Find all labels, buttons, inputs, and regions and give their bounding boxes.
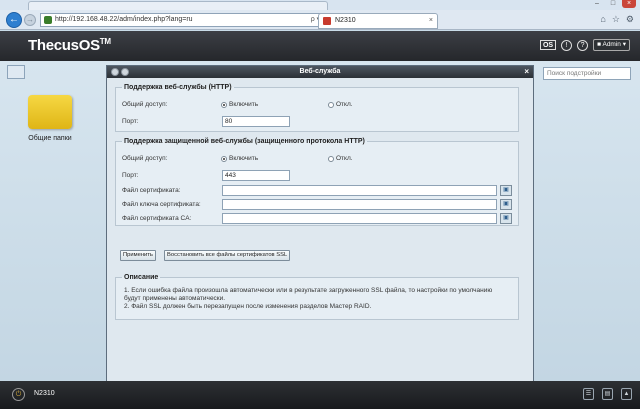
notification-icon[interactable]: ▲ bbox=[621, 388, 632, 400]
minimize-button[interactable]: – bbox=[590, 0, 604, 8]
info-icon[interactable]: ! bbox=[561, 39, 573, 51]
logo-tm: TM bbox=[99, 37, 111, 46]
gear-icon[interactable]: ⚙ bbox=[626, 14, 634, 25]
ca-cert-browse-icon[interactable]: ▣ bbox=[500, 213, 512, 224]
header-icons: OS ! ? ■ Admin ▾ bbox=[539, 39, 630, 51]
ca-cert-input[interactable] bbox=[222, 213, 497, 224]
forward-arrow-icon[interactable]: → bbox=[24, 14, 36, 26]
dialog-titlebar[interactable]: Веб-служба × bbox=[107, 66, 533, 78]
https-access-label: Общий доступ: bbox=[122, 155, 168, 162]
browser-tools: ⌂ ☆ ⚙ bbox=[600, 14, 634, 25]
tab-favicon-icon bbox=[323, 17, 331, 25]
dialog-close-icon[interactable]: × bbox=[524, 66, 529, 78]
os-badge-icon[interactable]: OS bbox=[539, 40, 557, 50]
https-fieldset: Поддержка защищенной веб-службы (защищен… bbox=[115, 138, 519, 226]
http-port-input[interactable]: 80 bbox=[222, 116, 290, 127]
http-legend: Поддержка веб-службы (HTTP) bbox=[124, 84, 232, 91]
description-line-1b: будут применены автоматически. bbox=[124, 295, 226, 302]
browser-navbar: ← → http://192.168.48.22/adm/index.php?l… bbox=[0, 10, 640, 30]
ca-cert-label: Файл сертификата CA: bbox=[122, 215, 192, 222]
maximize-button[interactable]: □ bbox=[606, 0, 620, 8]
back-arrow-icon[interactable]: ← bbox=[6, 12, 22, 28]
http-port-label: Порт: bbox=[122, 118, 139, 125]
web-service-dialog: Веб-служба × Поддержка веб-службы (HTTP)… bbox=[106, 65, 534, 381]
browser-tab-active[interactable]: N2310 × bbox=[318, 13, 438, 29]
browser-tabstrip: – □ × bbox=[0, 0, 640, 10]
device-name: N2310 bbox=[34, 390, 55, 397]
dialog-title: Веб-служба bbox=[299, 68, 341, 75]
help-icon[interactable]: ? bbox=[577, 39, 589, 51]
https-port-label: Порт: bbox=[122, 172, 139, 179]
window-close-button[interactable]: × bbox=[622, 0, 636, 8]
site-favicon-icon bbox=[44, 16, 52, 24]
tab-title: N2310 bbox=[335, 17, 356, 24]
radio-empty-icon bbox=[328, 155, 334, 162]
radio-empty-icon bbox=[328, 101, 334, 108]
dialog-body: Поддержка веб-службы (HTTP) Общий доступ… bbox=[107, 78, 533, 381]
description-line-2: 2. Файл SSL должен быть перезапущен посл… bbox=[124, 303, 372, 310]
cert-key-label: Файл ключа сертификата: bbox=[122, 201, 201, 208]
https-disable-label: Откл. bbox=[336, 155, 353, 162]
cert-file-input[interactable] bbox=[222, 185, 497, 196]
restore-ssl-button[interactable]: Восстановить все файлы сертификатов SSL bbox=[164, 250, 291, 261]
https-port-input[interactable]: 443 bbox=[222, 170, 290, 181]
address-url: http://192.168.48.22/adm/index.php?lang=… bbox=[55, 16, 193, 23]
settings-search-input[interactable]: Поиск подстройки bbox=[543, 67, 631, 80]
https-disable-radio[interactable]: Откл. bbox=[328, 155, 353, 162]
http-access-label: Общий доступ: bbox=[122, 101, 168, 108]
admin-label: Admin bbox=[602, 41, 621, 48]
dialog-window-buttons bbox=[111, 68, 129, 76]
shared-folders-icon[interactable] bbox=[28, 95, 72, 129]
description-line-1: 1. Если ошибка файла произошла автоматич… bbox=[124, 287, 493, 294]
power-icon[interactable]: ⏻ bbox=[12, 388, 25, 401]
tab-close-icon[interactable]: × bbox=[429, 14, 433, 28]
desktop-toggle-icon[interactable] bbox=[7, 65, 25, 79]
https-enable-radio[interactable]: Включить bbox=[221, 155, 258, 162]
http-disable-radio[interactable]: Откл. bbox=[328, 101, 353, 108]
bottom-taskbar: ⏻ N2310 ☰ ▤ ▲ bbox=[0, 381, 640, 409]
thecus-logo: ThecusOSTM bbox=[28, 37, 111, 54]
radio-selected-icon bbox=[221, 155, 227, 162]
window-controls: – □ × bbox=[590, 0, 636, 8]
cert-key-browse-icon[interactable]: ▣ bbox=[500, 199, 512, 210]
address-bar[interactable]: http://192.168.48.22/adm/index.php?lang=… bbox=[40, 13, 332, 27]
background-tab[interactable] bbox=[28, 1, 328, 10]
cert-key-input[interactable] bbox=[222, 199, 497, 210]
network-icon[interactable]: ▤ bbox=[602, 388, 613, 400]
http-enable-label: Включить bbox=[229, 101, 259, 108]
dialog-maximize-icon[interactable] bbox=[121, 68, 129, 76]
description-fieldset: Описание 1. Если ошибка файла произошла … bbox=[115, 274, 519, 320]
http-fieldset: Поддержка веб-службы (HTTP) Общий доступ… bbox=[115, 84, 519, 132]
logo-text: ThecusOS bbox=[28, 37, 100, 54]
storage-icon[interactable]: ☰ bbox=[583, 388, 594, 400]
dialog-minimize-icon[interactable] bbox=[111, 68, 119, 76]
http-enable-radio[interactable]: Включить bbox=[221, 101, 258, 108]
cert-file-label: Файл сертификата: bbox=[122, 187, 181, 194]
admin-menu-button[interactable]: ■ Admin ▾ bbox=[593, 39, 630, 51]
https-legend: Поддержка защищенной веб-службы (защищен… bbox=[124, 138, 365, 145]
cert-browse-icon[interactable]: ▣ bbox=[500, 185, 512, 196]
description-legend: Описание bbox=[124, 274, 159, 281]
radio-selected-icon bbox=[221, 101, 227, 108]
app-header: ThecusOSTM OS ! ? ■ Admin ▾ bbox=[0, 31, 640, 61]
home-icon[interactable]: ⌂ bbox=[600, 14, 605, 25]
https-enable-label: Включить bbox=[229, 155, 259, 162]
http-disable-label: Откл. bbox=[336, 101, 353, 108]
apply-button[interactable]: Применить bbox=[120, 250, 156, 261]
taskbar-icons: ☰ ▤ ▲ bbox=[583, 388, 632, 400]
star-icon[interactable]: ☆ bbox=[612, 14, 620, 25]
shared-folders-label[interactable]: Общие папки bbox=[18, 135, 82, 142]
